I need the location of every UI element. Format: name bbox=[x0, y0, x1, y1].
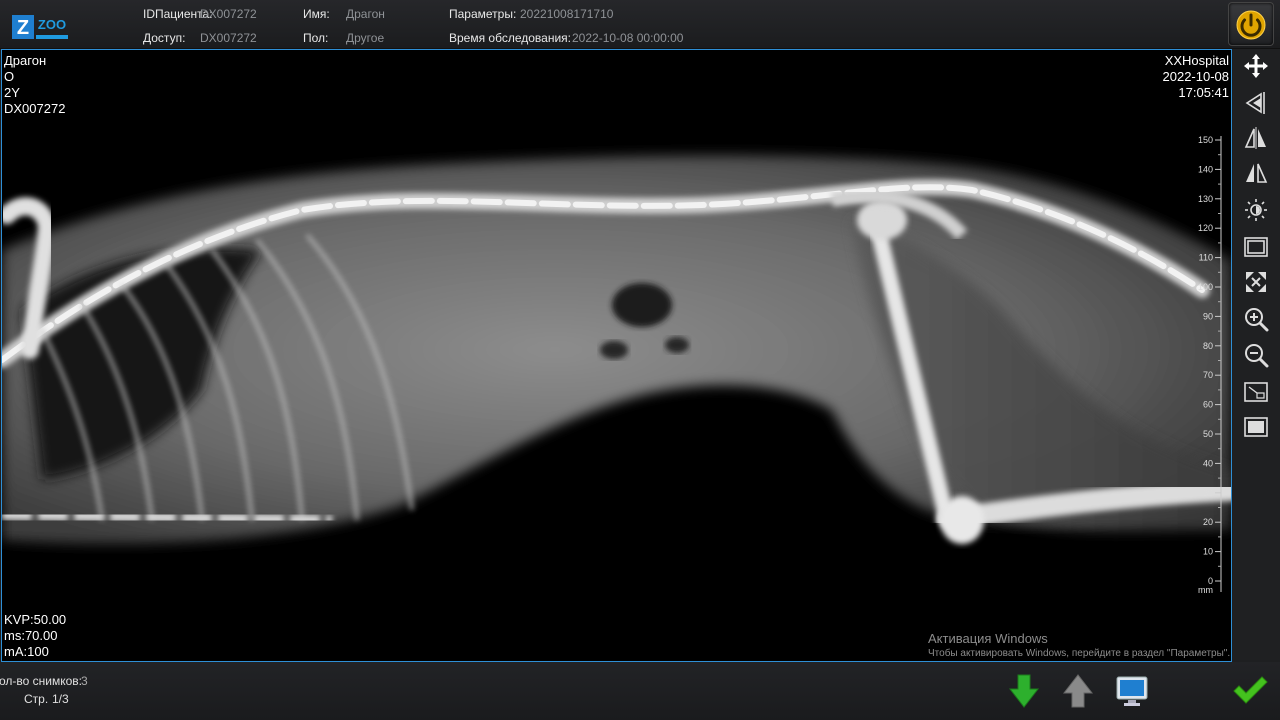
image-count-label: Кол-во снимков: bbox=[0, 674, 82, 688]
brightness-icon bbox=[1245, 199, 1267, 221]
overlay-ma: mA:100 bbox=[4, 644, 49, 659]
overlay-date: 2022-10-08 bbox=[1162, 69, 1230, 84]
ruler-label: 90 bbox=[1203, 311, 1213, 321]
upload-button[interactable] bbox=[1058, 671, 1098, 711]
rotate-button[interactable] bbox=[1241, 159, 1271, 187]
ruler-label: 130 bbox=[1198, 194, 1213, 204]
ruler-label: 40 bbox=[1203, 458, 1213, 468]
fit-button[interactable] bbox=[1241, 268, 1271, 296]
fullscreen-icon bbox=[1244, 417, 1268, 437]
monitor-icon bbox=[1116, 676, 1148, 706]
download-button[interactable] bbox=[1004, 671, 1044, 711]
power-button[interactable] bbox=[1228, 2, 1274, 46]
flip-horizontal-button[interactable] bbox=[1241, 89, 1271, 117]
ruler-label: 10 bbox=[1203, 547, 1213, 557]
fullscreen-button[interactable] bbox=[1241, 413, 1271, 441]
window-level-button[interactable] bbox=[1241, 233, 1271, 261]
overlay-hospital: XXHospital bbox=[1164, 53, 1229, 68]
rotate-icon bbox=[1246, 163, 1268, 183]
overlay-ms: ms:70.00 bbox=[4, 628, 58, 643]
ruler-label: 120 bbox=[1198, 223, 1213, 233]
tool-sidebar bbox=[1233, 49, 1280, 660]
logo-text: ZOO bbox=[38, 17, 66, 32]
zoo-logo: Z ZOO bbox=[12, 13, 70, 43]
move-icon bbox=[1244, 54, 1268, 78]
ruler-label: 60 bbox=[1203, 400, 1213, 410]
name-label: Имя: bbox=[303, 7, 330, 21]
overlay-age: 2Y bbox=[4, 85, 20, 100]
image-count-value: 3 bbox=[81, 674, 88, 688]
mm-ruler: 1501401301201101009080706050403020100mm bbox=[1198, 136, 1222, 595]
ruler-label: 110 bbox=[1199, 253, 1213, 263]
ruler-unit: mm bbox=[1198, 585, 1213, 595]
exam-time-label: Время обследования: bbox=[449, 31, 572, 45]
status-footer: Кол-во снимков: 3 Стр. 1/3 bbox=[0, 662, 1280, 720]
exam-time-value: 2022-10-08 00:00:00 bbox=[572, 31, 684, 45]
params-label: Параметры: bbox=[449, 7, 517, 21]
ruler-label: 80 bbox=[1203, 341, 1213, 351]
xray-viewer[interactable]: Драгон O 2Y DX007272 XXHospital 2022-10-… bbox=[1, 49, 1232, 662]
access-label: Доступ: bbox=[143, 31, 186, 45]
params-value: 20221008171710 bbox=[520, 7, 614, 21]
watermark-subtitle: Чтобы активировать Windows, перейдите в … bbox=[928, 648, 1231, 659]
overlay-kvp: KVP:50.00 bbox=[4, 612, 67, 627]
fit-icon bbox=[1246, 272, 1266, 292]
xray-image[interactable] bbox=[2, 50, 1231, 661]
ruler-label: 30 bbox=[1203, 488, 1213, 498]
overlay-top-right: XXHospital 2022-10-08 17:05:41 bbox=[1163, 53, 1230, 101]
patient-header: Z ZOO IDПациента: DX007272 Имя: Драгон П… bbox=[0, 0, 1280, 49]
full-size-icon bbox=[1244, 382, 1268, 402]
ruler-label: 50 bbox=[1203, 429, 1213, 439]
overlay-bottom-left: KVP:50.00 ms:70.00 mA:100 bbox=[4, 612, 66, 660]
access-value: DX007272 bbox=[200, 31, 257, 45]
watermark-title: Активация Windows bbox=[928, 631, 1048, 646]
ruler-label: 140 bbox=[1198, 164, 1213, 174]
zoom-in-icon bbox=[1245, 308, 1269, 332]
page-label: Стр. bbox=[24, 692, 49, 706]
arrow-up-icon bbox=[1062, 674, 1094, 708]
overlay-time: 17:05:41 bbox=[1178, 85, 1229, 100]
overlay-patient-id: DX007272 bbox=[4, 101, 66, 116]
name-value: Драгон bbox=[346, 7, 385, 21]
overlay-sex: O bbox=[4, 69, 15, 84]
full-size-button[interactable] bbox=[1241, 378, 1271, 406]
monitor-button[interactable] bbox=[1112, 671, 1152, 711]
flip-horizontal-icon bbox=[1245, 92, 1265, 114]
zoom-out-icon bbox=[1245, 344, 1269, 368]
zoom-out-button[interactable] bbox=[1241, 341, 1271, 369]
overlay-patient-name: Драгон bbox=[4, 53, 47, 68]
ruler-label: 70 bbox=[1203, 370, 1213, 380]
sex-label: Пол: bbox=[303, 31, 329, 45]
sex-value: Другое bbox=[346, 31, 385, 45]
arrow-down-icon bbox=[1008, 674, 1040, 708]
flip-vertical-icon bbox=[1244, 127, 1266, 149]
patient-id-value: DX007272 bbox=[200, 7, 257, 21]
confirm-button[interactable] bbox=[1230, 671, 1270, 711]
logo-letter: Z bbox=[17, 17, 29, 39]
zoom-in-button[interactable] bbox=[1241, 305, 1271, 333]
checkmark-icon bbox=[1233, 676, 1268, 704]
overlay-top-left: Драгон O 2Y DX007272 bbox=[4, 53, 65, 117]
flip-vertical-button[interactable] bbox=[1241, 124, 1271, 152]
power-icon bbox=[1236, 10, 1266, 40]
page-value: 1/3 bbox=[52, 692, 69, 706]
move-tool-button[interactable] bbox=[1241, 52, 1271, 80]
window-icon bbox=[1244, 237, 1268, 257]
ruler-label: 20 bbox=[1203, 517, 1213, 527]
ruler-label: 150 bbox=[1198, 136, 1213, 145]
ruler-label: 100 bbox=[1198, 282, 1213, 292]
brightness-button[interactable] bbox=[1241, 196, 1271, 224]
